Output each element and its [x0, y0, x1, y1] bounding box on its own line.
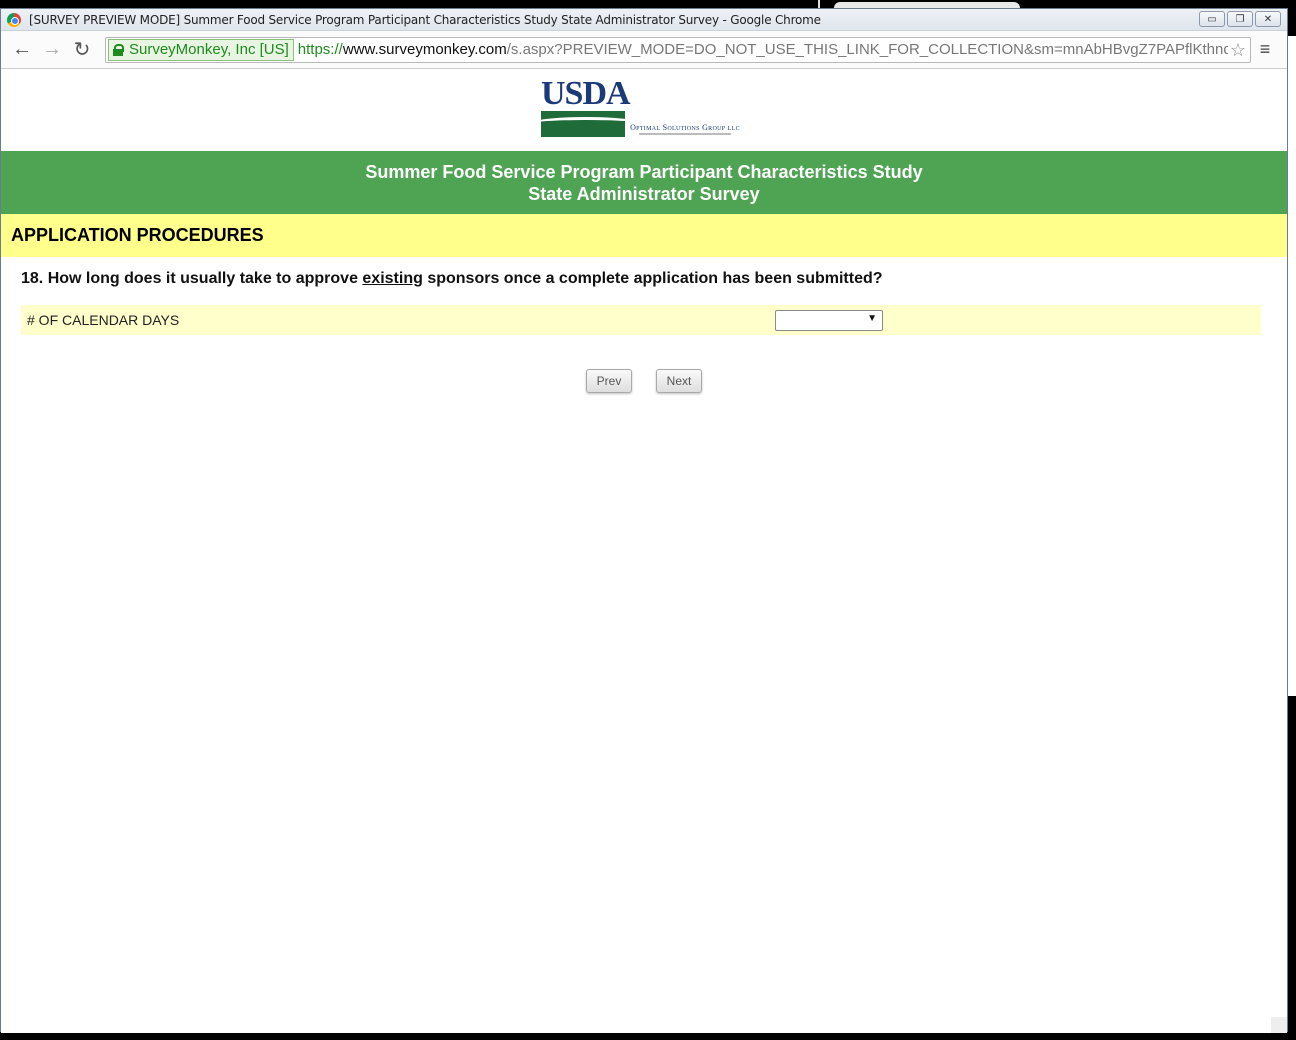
section-heading: APPLICATION PROCEDURES: [1, 214, 1287, 257]
page-content: USDA Optimal Solutions Group llc Summer …: [1, 71, 1287, 1033]
question-emphasis: existing: [362, 270, 423, 287]
answer-row: # OF CALENDAR DAYS ▼: [21, 305, 1261, 335]
question-suffix: sponsors once a complete application has…: [422, 270, 883, 287]
lock-icon: [113, 43, 124, 56]
title-bar[interactable]: [SURVEY PREVIEW MODE] Summer Food Servic…: [1, 9, 1287, 31]
usda-logo-text: USDA: [541, 75, 631, 112]
survey-navigation: Prev Next: [1, 369, 1287, 393]
calendar-days-select[interactable]: ▼: [775, 310, 883, 331]
desktop: [SURVEY PREVIEW MODE] Summer Food Servic…: [0, 0, 1296, 1040]
chevron-down-icon: ▼: [867, 313, 877, 324]
background-window-edge: [818, 0, 820, 8]
window-controls: ▭ ❐ ✕: [1199, 11, 1281, 27]
url-path: /s.aspx?PREVIEW_MODE=DO_NOT_USE_THIS_LIN…: [506, 41, 1236, 58]
osg-logo-grid-icon: [661, 81, 699, 119]
address-bar[interactable]: SurveyMonkey, Inc [US] https://www.surve…: [105, 36, 1251, 63]
survey-title-line1: Summer Food Service Program Participant …: [365, 161, 923, 182]
prev-button[interactable]: Prev: [586, 369, 632, 393]
back-icon[interactable]: ←: [9, 37, 35, 63]
close-button[interactable]: ✕: [1255, 11, 1281, 27]
resize-grip[interactable]: [1271, 1017, 1287, 1033]
survey-title-line2: State Administrator Survey: [528, 183, 760, 204]
url-text[interactable]: https://www.surveymonkey.com/s.aspx?PREV…: [298, 41, 1235, 58]
osg-logo-tagline: [639, 133, 731, 135]
browser-window: [SURVEY PREVIEW MODE] Summer Food Servic…: [0, 8, 1288, 1033]
browser-toolbar: ← → ↻ SurveyMonkey, Inc [US] https://www…: [1, 31, 1287, 69]
background-window[interactable]: [1288, 36, 1296, 696]
restore-button[interactable]: ❐: [1227, 11, 1253, 27]
survey-title-banner: Summer Food Service Program Participant …: [1, 151, 1287, 214]
ev-certificate-label: SurveyMonkey, Inc [US]: [129, 41, 289, 58]
minimize-button[interactable]: ▭: [1199, 11, 1225, 27]
osg-logo-name: Optimal Solutions Group llc: [630, 123, 740, 132]
logo-banner: USDA Optimal Solutions Group llc: [1, 71, 1287, 151]
next-button[interactable]: Next: [656, 369, 702, 393]
url-host: www.surveymonkey.com: [342, 41, 507, 58]
question-text: 18. How long does it usually take to app…: [21, 270, 883, 288]
calendar-days-label: # OF CALENDAR DAYS: [27, 312, 180, 328]
url-scheme: https://: [297, 41, 343, 58]
usda-logo: USDA: [541, 75, 631, 137]
question-prefix: 18. How long does it usually take to app…: [21, 270, 363, 287]
usda-logo-bar: [541, 111, 625, 137]
optimal-solutions-logo: Optimal Solutions Group llc: [629, 81, 741, 137]
forward-icon[interactable]: →: [39, 37, 65, 63]
chrome-icon: [7, 12, 21, 27]
ev-certificate-badge[interactable]: SurveyMonkey, Inc [US]: [108, 38, 294, 61]
bookmark-star-icon[interactable]: ☆: [1227, 39, 1246, 61]
window-title: [SURVEY PREVIEW MODE] Summer Food Servic…: [29, 12, 821, 27]
menu-icon[interactable]: ≡: [1251, 39, 1279, 60]
reload-icon[interactable]: ↻: [69, 37, 95, 63]
